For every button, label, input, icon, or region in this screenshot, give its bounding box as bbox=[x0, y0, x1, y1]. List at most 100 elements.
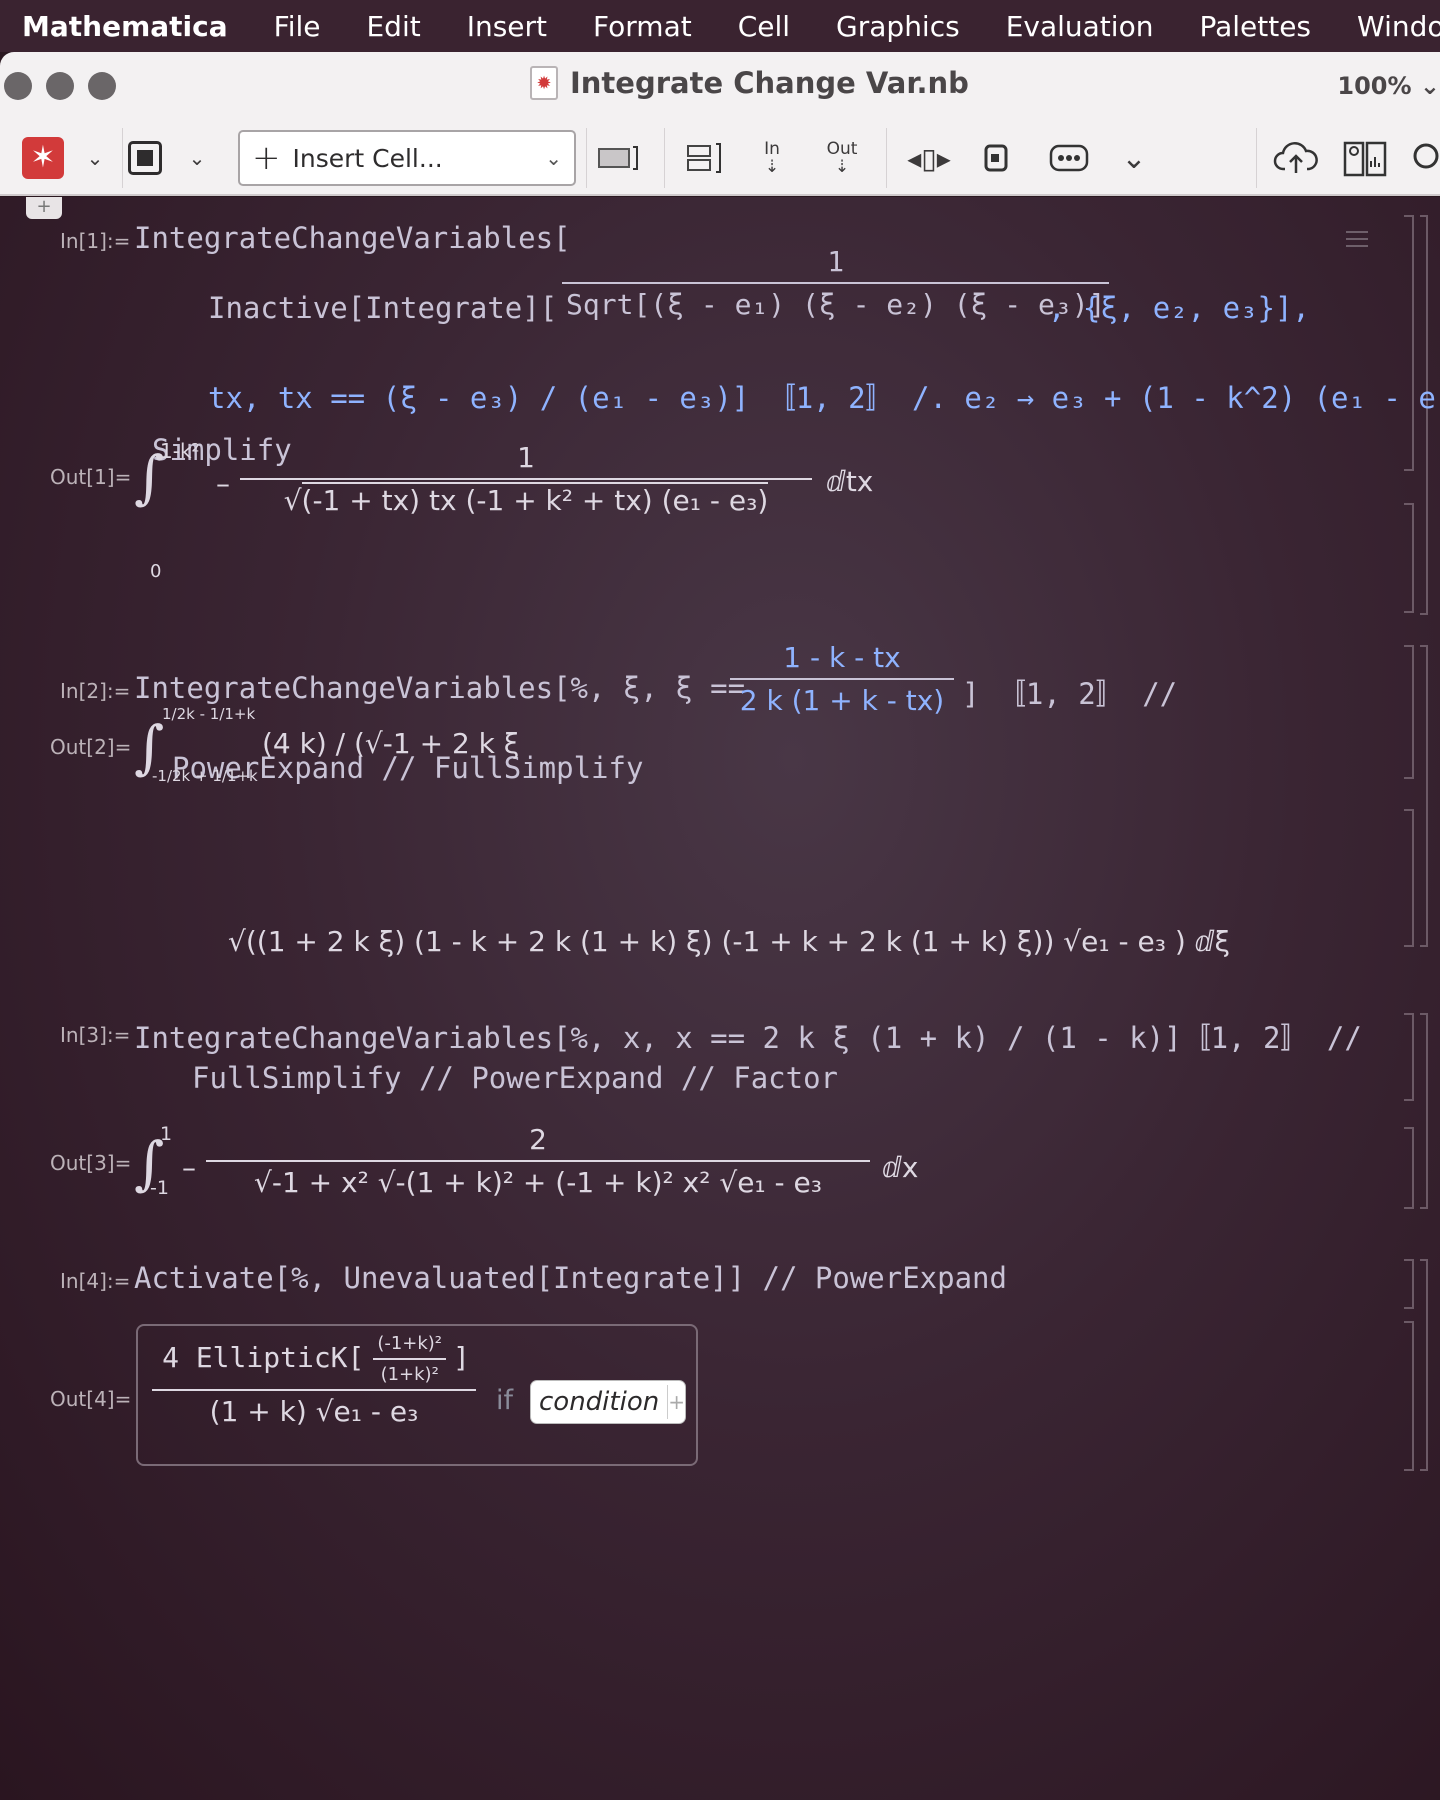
split-cell-icon: ◂▯▸ bbox=[907, 141, 951, 175]
cell-bracket[interactable] bbox=[1404, 1321, 1414, 1471]
input-line[interactable]: , {ξ, e₂, e₃}], bbox=[1048, 291, 1310, 325]
cell-bracket[interactable] bbox=[1404, 645, 1414, 779]
integral-lower-limit: -1 bbox=[150, 1177, 169, 1199]
cell-bracket[interactable] bbox=[1404, 503, 1414, 613]
cell-group-bracket[interactable] bbox=[1420, 1259, 1428, 1471]
plus-icon: + bbox=[252, 138, 281, 178]
condition-button[interactable]: condition + bbox=[530, 1380, 686, 1424]
abort-evaluation-button[interactable] bbox=[128, 136, 162, 180]
window-titlebar: ✹ Integrate Change Var.nb 100% ⌄ bbox=[0, 52, 1440, 120]
integral-upper-limit: 1-k² bbox=[160, 439, 200, 463]
output-label: Out[2]= bbox=[50, 735, 132, 759]
fraction: 4 EllipticK[ (-1+k)² (1+k)² ] (1 + k) √e… bbox=[152, 1333, 476, 1428]
arrow-down-icon: ⇣ bbox=[764, 157, 780, 177]
documentation-button[interactable] bbox=[1342, 136, 1388, 180]
menu-palettes[interactable]: Palettes bbox=[1199, 10, 1311, 43]
cell-bracket[interactable] bbox=[1404, 1259, 1414, 1309]
ellipsis-icon bbox=[1049, 144, 1089, 172]
cell-bracket-button[interactable] bbox=[596, 136, 642, 180]
chevron-down-icon[interactable]: ⌄ bbox=[80, 136, 110, 180]
in-cell-button[interactable]: In ⇣ bbox=[752, 136, 792, 180]
input-line[interactable]: IntegrateChangeVariables[ bbox=[134, 221, 571, 255]
menu-evaluation[interactable]: Evaluation bbox=[1006, 10, 1154, 43]
output-fraction[interactable]: 4 EllipticK[ (-1+k)² (1+k)² ] (1 + k) √e… bbox=[152, 1333, 476, 1428]
notebook-area[interactable]: + In[1]:= IntegrateChangeVariables[ Inac… bbox=[0, 197, 1440, 1800]
input-line[interactable]: Activate[%, Unevaluated[Integrate]] // P… bbox=[134, 1261, 1007, 1295]
split-cell-button[interactable]: ◂▯▸ bbox=[906, 136, 952, 180]
cell-bracket[interactable] bbox=[1404, 1013, 1414, 1101]
input-line[interactable]: Inactive[Integrate][ bbox=[208, 291, 557, 325]
cell-group-button[interactable] bbox=[686, 136, 726, 180]
notebook-document-icon: ✹ bbox=[530, 66, 558, 100]
fraction-denominator: 2 k (1 + k - tx) bbox=[730, 678, 954, 717]
menu-graphics[interactable]: Graphics bbox=[836, 10, 960, 43]
menu-format[interactable]: Format bbox=[593, 10, 692, 43]
wolfram-logo-button[interactable]: ✶ bbox=[22, 136, 64, 180]
output-line[interactable]: √((1 + 2 k ξ) (1 - k + 2 k (1 + k) ξ) (-… bbox=[228, 925, 1230, 958]
template-button[interactable] bbox=[978, 136, 1014, 180]
search-icon bbox=[1413, 143, 1439, 169]
input-line[interactable]: IntegrateChangeVariables[%, x, x == 2 k … bbox=[134, 1015, 1362, 1057]
fraction-numerator: 1 - k - tx bbox=[783, 641, 901, 674]
condition-label: condition bbox=[539, 1387, 660, 1417]
cloud-upload-button[interactable] bbox=[1272, 136, 1320, 180]
if-keyword: if bbox=[496, 1385, 514, 1416]
out-cell-button[interactable]: Out ⇣ bbox=[822, 136, 862, 180]
arrow-down-icon: ⇣ bbox=[834, 157, 850, 177]
menu-bar: Mathematica File Edit Insert Format Cell… bbox=[0, 0, 1440, 52]
chevron-down-icon[interactable]: ⌄ bbox=[182, 136, 212, 180]
inner-numerator: (-1+k)² bbox=[377, 1333, 443, 1354]
search-button[interactable] bbox=[1406, 136, 1440, 180]
menu-edit[interactable]: Edit bbox=[366, 10, 420, 43]
input-fraction[interactable]: 1 Sqrt[(ξ - e₁) (ξ - e₂) (ξ - e₃)] bbox=[562, 245, 1110, 321]
zoom-level-dropdown[interactable]: 100% ⌄ bbox=[1337, 72, 1440, 100]
input-line[interactable]: tx, tx == (ξ - e₃) / (e₁ - e₃)] 〚1, 2〛 /… bbox=[208, 375, 1440, 417]
cell-bracket-icon bbox=[598, 146, 638, 170]
app-menu[interactable]: Mathematica bbox=[0, 10, 228, 43]
out-label: Out bbox=[826, 139, 858, 159]
more-options-button[interactable] bbox=[1046, 136, 1092, 180]
stop-icon bbox=[128, 141, 162, 175]
input-label: In[2]:= bbox=[60, 679, 131, 703]
input-line[interactable]: ] 〚1, 2〛 // bbox=[962, 671, 1177, 713]
close-window-button[interactable] bbox=[4, 72, 32, 100]
integral-lower-limit: -1/2k + 1/1+k bbox=[152, 767, 258, 785]
menu-hamburger-icon[interactable] bbox=[1346, 231, 1368, 252]
fraction-denominator: (1 + k) √e₁ - e₃ bbox=[152, 1389, 476, 1428]
output-label: Out[3]= bbox=[50, 1151, 132, 1175]
input-label: In[1]:= bbox=[60, 229, 131, 253]
menu-insert[interactable]: Insert bbox=[467, 10, 547, 43]
cell-group-bracket[interactable] bbox=[1420, 645, 1428, 947]
menu-file[interactable]: File bbox=[274, 10, 321, 43]
cell-bracket[interactable] bbox=[1404, 215, 1414, 471]
input-line[interactable]: IntegrateChangeVariables[%, ξ, ξ == bbox=[134, 671, 745, 705]
fraction-denominator: √-1 + x² √-(1 + k)² + (-1 + k)² x² √e₁ -… bbox=[206, 1160, 870, 1199]
menu-cell[interactable]: Cell bbox=[738, 10, 790, 43]
double-chevron-down-icon[interactable]: ⌄ bbox=[1116, 136, 1152, 180]
insert-cell-label: Insert Cell... bbox=[292, 143, 443, 173]
input-line[interactable]: FullSimplify // PowerExpand // Factor bbox=[192, 1061, 838, 1095]
cell-bracket[interactable] bbox=[1404, 1127, 1414, 1209]
fraction: 1 - k - tx 2 k (1 + k - tx) bbox=[730, 641, 954, 717]
differential: ⅆtx bbox=[826, 465, 874, 498]
notebook-toolbar: ✶ ⌄ ⌄ + Insert Cell... ⌄ In ⇣ Out ⇣ ◂▯▸ … bbox=[0, 120, 1440, 196]
window-title: ✹ Integrate Change Var.nb bbox=[530, 66, 969, 100]
cell-group-icon bbox=[687, 143, 721, 173]
insert-cell-plus-icon[interactable]: + bbox=[26, 197, 62, 219]
output-fraction[interactable]: 2 √-1 + x² √-(1 + k)² + (-1 + k)² x² √e₁… bbox=[206, 1123, 870, 1199]
input-fraction[interactable]: 1 - k - tx 2 k (1 + k - tx) bbox=[730, 641, 954, 717]
cell-bracket[interactable] bbox=[1404, 809, 1414, 947]
insert-cell-dropdown[interactable]: + Insert Cell... ⌄ bbox=[238, 130, 576, 186]
expand-plus-icon[interactable]: + bbox=[667, 1385, 685, 1419]
output-fraction[interactable]: 1 √(-1 + tx) tx (-1 + k² + tx) (e₁ - e₃) bbox=[240, 441, 812, 517]
input-label: In[4]:= bbox=[60, 1269, 131, 1293]
fraction: 1 √(-1 + tx) tx (-1 + k² + tx) (e₁ - e₃) bbox=[240, 441, 812, 517]
inner-fraction: (-1+k)² (1+k)² bbox=[373, 1333, 447, 1385]
output-line[interactable]: (4 k) / (√-1 + 2 k ξ bbox=[262, 727, 519, 760]
zoom-window-button[interactable] bbox=[88, 72, 116, 100]
window-title-text: Integrate Change Var.nb bbox=[570, 66, 969, 100]
menu-window[interactable]: Window bbox=[1357, 10, 1440, 43]
output-label: Out[1]= bbox=[50, 465, 132, 489]
minimize-window-button[interactable] bbox=[46, 72, 74, 100]
cell-group-bracket[interactable] bbox=[1420, 1013, 1428, 1209]
